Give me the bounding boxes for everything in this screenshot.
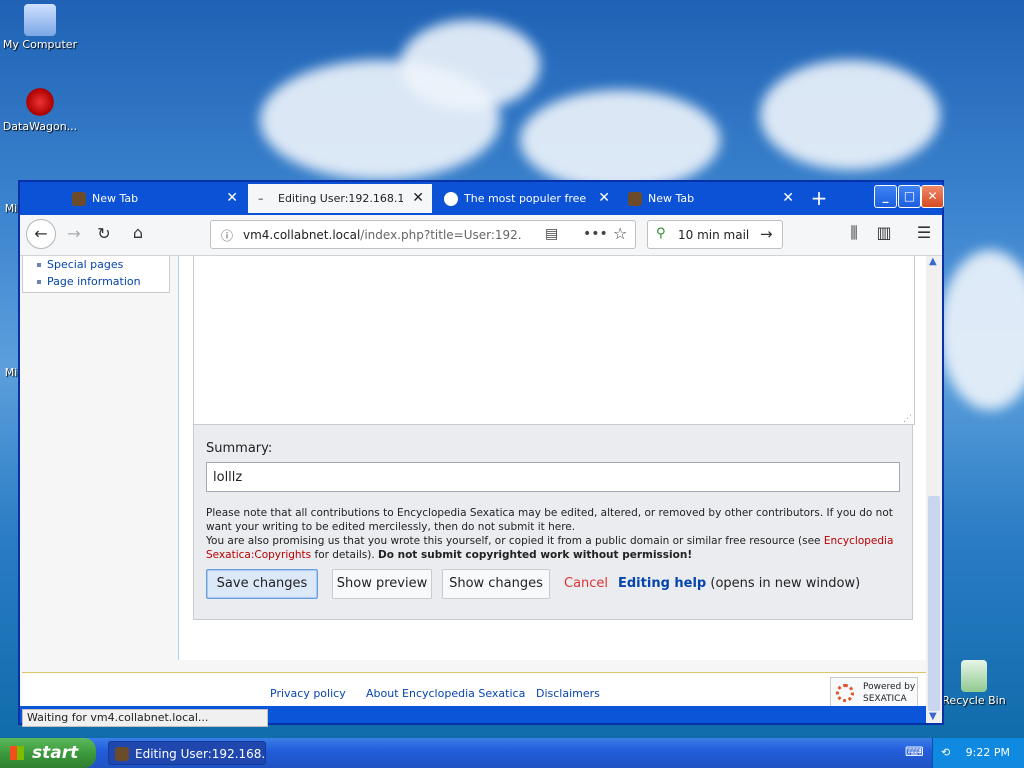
close-icon[interactable]: ✕: [782, 190, 794, 206]
firefox-icon: [115, 747, 129, 761]
close-icon[interactable]: ✕: [226, 190, 238, 206]
tab-label: The most populer free Te: [464, 192, 589, 205]
close-icon[interactable]: ✕: [412, 190, 424, 206]
resize-handle-icon[interactable]: ⋰: [903, 414, 912, 424]
desktop-icon-recycle-bin[interactable]: Recycle Bin: [934, 660, 1014, 707]
page-content: Special pages Page information ⋰ Summary…: [20, 256, 926, 706]
footer-link-disclaimers[interactable]: Disclaimers: [536, 687, 600, 700]
reader-view-icon[interactable]: ▤: [545, 226, 558, 242]
system-tray: ⟲ 9:22 PM: [932, 738, 1024, 768]
edit-textarea[interactable]: ⋰: [193, 256, 915, 425]
copyright-notice: Please note that all contributions to En…: [206, 506, 896, 562]
minimize-button[interactable]: _: [874, 185, 897, 208]
datawagon-icon: [24, 86, 56, 118]
recycle-bin-icon: [961, 660, 987, 692]
search-text: 10 min mail: [678, 228, 750, 242]
network-icon[interactable]: ⟲: [941, 738, 950, 768]
maximize-button[interactable]: □: [898, 185, 921, 208]
desktop-icon-label: DataWagon...: [2, 120, 78, 133]
info-icon[interactable]: ⓘ: [221, 227, 233, 244]
tab-most-populer[interactable]: The most populer free Te ✕: [434, 184, 618, 213]
sidebar-link-page-information[interactable]: Page information: [23, 273, 169, 290]
computer-icon: [24, 4, 56, 36]
sidebar-icon[interactable]: ▥: [872, 223, 896, 242]
tab-label: New Tab: [648, 192, 695, 205]
desktop-icon-my-computer[interactable]: My Computer: [0, 4, 80, 51]
sexatica-logo-icon: [836, 684, 854, 702]
home-button[interactable]: ⌂: [126, 223, 150, 242]
dash-icon: –: [258, 191, 264, 205]
cancel-link[interactable]: Cancel: [564, 576, 608, 591]
status-bar: Waiting for vm4.collabnet.local...: [22, 709, 268, 727]
tools-portlet: Special pages Page information: [22, 256, 170, 293]
taskbar-item-browser[interactable]: Editing User:192.168....: [108, 741, 266, 765]
footer-link-privacy[interactable]: Privacy policy: [270, 687, 346, 700]
scrollbar-thumb[interactable]: [928, 496, 940, 711]
notice-warning: Do not submit copyrighted work without p…: [378, 549, 693, 561]
search-bar[interactable]: ⚲ 10 min mail →: [647, 220, 783, 249]
notice-text-2a: You are also promising us that you wrote…: [206, 535, 824, 547]
keyboard-icon[interactable]: ⌨: [905, 745, 924, 760]
scroll-down-icon[interactable]: ▼: [929, 711, 937, 722]
globe-icon: [444, 191, 458, 206]
desktop-icon-label: My Computer: [2, 38, 78, 51]
edit-options: Summary: lolllz Please note that all con…: [193, 424, 913, 620]
powered-by-badge[interactable]: Powered by SEXATICA: [830, 677, 918, 706]
search-icon: ⚲: [656, 226, 666, 241]
notice-text-1: Please note that all contributions to En…: [206, 507, 893, 533]
tab-new-tab-2[interactable]: New Tab ✕: [618, 184, 802, 213]
tab-label: New Tab: [92, 192, 139, 205]
tab-editing-user[interactable]: – Editing User:192.168.1.1 ✕: [248, 184, 432, 213]
desktop-icon-label: Recycle Bin: [942, 694, 1006, 707]
summary-label: Summary:: [206, 441, 273, 456]
bookmark-star-icon[interactable]: ☆: [613, 224, 627, 243]
sidebar-link-special-pages[interactable]: Special pages: [23, 256, 169, 273]
navigation-toolbar: ← → ↻ ⌂ ⓘ vm4.collabnet.local/index.php?…: [20, 215, 942, 256]
scroll-up-icon[interactable]: ▲: [929, 256, 937, 267]
footer-link-about[interactable]: About Encyclopedia Sexatica: [366, 687, 525, 700]
page-actions-icon[interactable]: •••: [583, 226, 608, 242]
notice-text-2b: for details).: [311, 549, 379, 561]
reload-button[interactable]: ↻: [92, 224, 116, 243]
clock: 9:22 PM: [965, 746, 1010, 759]
editing-help: Editing help (opens in new window): [618, 576, 861, 591]
firefox-icon: [628, 191, 642, 206]
show-preview-button[interactable]: Show preview: [332, 569, 432, 599]
new-tab-button[interactable]: +: [804, 184, 834, 213]
menu-icon[interactable]: ☰: [912, 223, 936, 242]
page-footer: Privacy policy About Encyclopedia Sexati…: [22, 672, 926, 706]
taskbar: start Editing User:192.168.... ⌨ ⟲ 9:22 …: [0, 738, 1024, 768]
tab-new-tab-1[interactable]: New Tab ✕: [62, 184, 246, 213]
back-button[interactable]: ←: [26, 219, 56, 249]
tab-strip: New Tab ✕ – Editing User:192.168.1.1 ✕ T…: [20, 182, 944, 215]
browser-window: New Tab ✕ – Editing User:192.168.1.1 ✕ T…: [18, 180, 944, 727]
summary-input[interactable]: lolllz: [206, 462, 900, 492]
show-changes-button[interactable]: Show changes: [442, 569, 550, 599]
arrow-right-icon[interactable]: →: [760, 225, 773, 243]
main-content: ⋰ Summary: lolllz Please note that all c…: [178, 256, 926, 660]
url-bar[interactable]: ⓘ vm4.collabnet.local/index.php?title=Us…: [210, 220, 636, 249]
start-button[interactable]: start: [0, 738, 96, 768]
close-window-button[interactable]: ✕: [921, 185, 944, 208]
tab-label: Editing User:192.168.1.1: [278, 192, 403, 205]
save-changes-button[interactable]: Save changes: [206, 569, 318, 599]
firefox-icon: [72, 191, 86, 206]
library-icon[interactable]: ⫼: [842, 223, 866, 243]
desktop-icon-datawagon[interactable]: DataWagon...: [0, 86, 80, 133]
url-text: vm4.collabnet.local/index.php?title=User…: [243, 228, 522, 242]
forward-button[interactable]: →: [62, 224, 86, 243]
page-scrollbar[interactable]: ▲ ▼: [926, 256, 942, 723]
windows-logo-icon: [10, 746, 24, 760]
editing-help-link[interactable]: Editing help: [618, 576, 706, 591]
close-icon[interactable]: ✕: [598, 190, 610, 206]
